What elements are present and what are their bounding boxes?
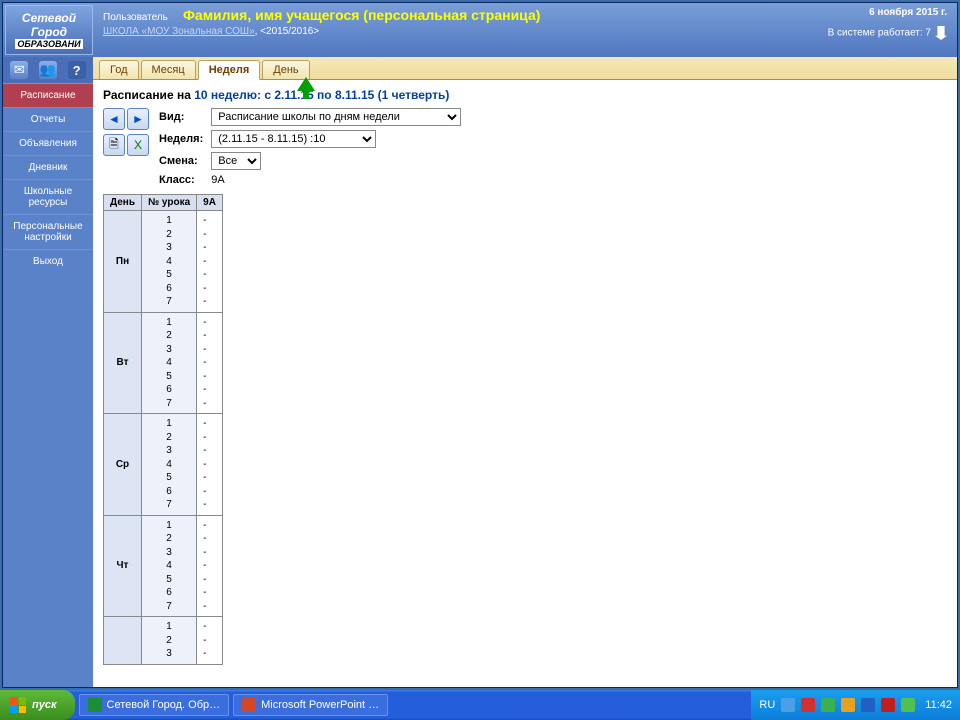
- nav-item[interactable]: Выход: [3, 249, 93, 273]
- exit-icon[interactable]: [935, 26, 947, 40]
- lesson-val-cell: -------: [197, 515, 223, 617]
- prev-button[interactable]: ◄: [103, 108, 125, 130]
- tray-icon[interactable]: [901, 698, 915, 712]
- content-heading: Расписание на 10 неделю: с 2.11.15 по 8.…: [103, 88, 947, 102]
- col-header: 9А: [197, 195, 223, 211]
- nav-item[interactable]: Дневник: [3, 155, 93, 179]
- lesson-val-cell: -------: [197, 211, 223, 313]
- tabs-bar: ГодМесяцНеделяДень: [93, 57, 957, 80]
- day-cell: Вт: [104, 312, 142, 414]
- arrow-indicator-icon: [297, 77, 315, 91]
- school-link[interactable]: ШКОЛА «МОУ Зональная СОШ»: [103, 26, 255, 37]
- lesson-num-cell: 1234567: [142, 312, 197, 414]
- lesson-val-cell: -------: [197, 414, 223, 516]
- mail-icon[interactable]: ✉: [10, 61, 28, 79]
- col-header: № урока: [142, 195, 197, 211]
- start-button[interactable]: пуск: [0, 690, 75, 720]
- tab-Месяц[interactable]: Месяц: [141, 60, 196, 79]
- week-select[interactable]: (2.11.15 - 8.11.15) :10: [211, 130, 376, 148]
- tab-Год[interactable]: Год: [99, 60, 139, 79]
- logo-line3: ОБРАЗОВАНИ: [15, 39, 82, 49]
- app-icon: [88, 698, 102, 712]
- tray-icon[interactable]: [801, 698, 815, 712]
- class-label: Класс:: [159, 174, 203, 186]
- system-tray: RU 11:42: [751, 690, 960, 720]
- lesson-num-cell: 1234567: [142, 211, 197, 313]
- tab-Неделя[interactable]: Неделя: [198, 60, 261, 80]
- schedule-table: День№ урока9А Пн1234567-------Вт1234567-…: [103, 194, 223, 665]
- sidebar: ✉ 👥 ? РасписаниеОтчетыОбъявленияДневникШ…: [3, 57, 93, 687]
- day-cell: [104, 617, 142, 665]
- tray-icon[interactable]: [781, 698, 795, 712]
- logo: Сетевой Город ОБРАЗОВАНИ: [5, 5, 93, 55]
- shift-label: Смена:: [159, 155, 203, 167]
- day-cell: Ср: [104, 414, 142, 516]
- app-header: Сетевой Город ОБРАЗОВАНИ Пользователь Фа…: [3, 3, 957, 57]
- lesson-num-cell: 1234567: [142, 414, 197, 516]
- help-icon[interactable]: ?: [68, 61, 86, 79]
- class-value: 9А: [211, 174, 461, 186]
- excel-export-button[interactable]: X: [127, 134, 149, 156]
- week-label: Неделя:: [159, 133, 203, 145]
- online-users-label: В системе работает: 7: [828, 28, 931, 39]
- taskbar-app[interactable]: Microsoft PowerPoint …: [233, 694, 388, 716]
- day-cell: Чт: [104, 515, 142, 617]
- page-title: Фамилия, имя учащегося (персональная стр…: [183, 7, 540, 23]
- logo-line2: Город: [31, 25, 67, 39]
- col-header: День: [104, 195, 142, 211]
- view-label: Вид:: [159, 111, 203, 123]
- day-cell: Пн: [104, 211, 142, 313]
- tray-icon[interactable]: [821, 698, 835, 712]
- lesson-val-cell: -------: [197, 312, 223, 414]
- main-content: ГодМесяцНеделяДень Расписание на 10 неде…: [93, 57, 957, 687]
- lang-indicator[interactable]: RU: [759, 699, 775, 711]
- app-icon: [242, 698, 256, 712]
- clock: 11:42: [925, 699, 952, 711]
- nav-item[interactable]: Школьные ресурсы: [3, 179, 93, 214]
- lesson-num-cell: 1234567: [142, 515, 197, 617]
- tray-icon[interactable]: [861, 698, 875, 712]
- lesson-num-cell: 123: [142, 617, 197, 665]
- tray-icon[interactable]: [841, 698, 855, 712]
- print-button[interactable]: 🗎: [103, 134, 125, 156]
- school-year: , <2015/2016>: [255, 26, 320, 37]
- next-button[interactable]: ►: [127, 108, 149, 130]
- nav-item[interactable]: Персональные настройки: [3, 214, 93, 249]
- nav-item[interactable]: Расписание: [3, 83, 93, 107]
- taskbar-app[interactable]: Сетевой Город. Обр…: [79, 694, 230, 716]
- shift-select[interactable]: Все: [211, 152, 261, 170]
- nav-item[interactable]: Объявления: [3, 131, 93, 155]
- view-select[interactable]: Расписание школы по дням недели: [211, 108, 461, 126]
- lesson-val-cell: ---: [197, 617, 223, 665]
- tray-icon[interactable]: [881, 698, 895, 712]
- windows-icon: [10, 697, 26, 713]
- user-label: Пользователь: [103, 12, 168, 23]
- taskbar: пуск Сетевой Город. Обр…Microsoft PowerP…: [0, 690, 960, 720]
- current-date: 6 ноября 2015 г.: [828, 7, 947, 18]
- users-icon[interactable]: 👥: [39, 61, 57, 79]
- logo-line1: Сетевой: [22, 11, 76, 25]
- school-info: ШКОЛА «МОУ Зональная СОШ», <2015/2016>: [103, 26, 810, 37]
- nav-item[interactable]: Отчеты: [3, 107, 93, 131]
